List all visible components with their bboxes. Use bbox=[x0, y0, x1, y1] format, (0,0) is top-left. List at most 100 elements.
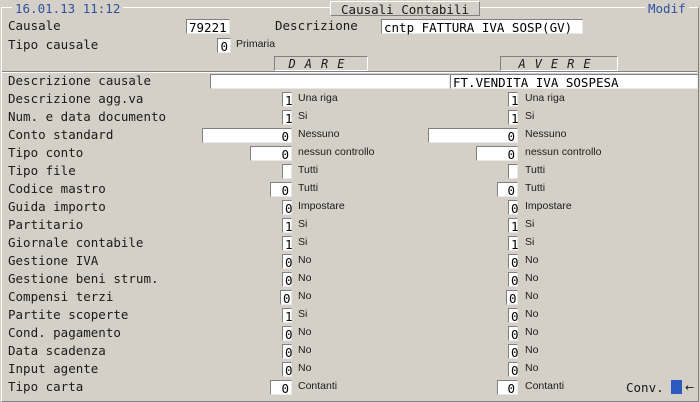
tipo-file-label: Tipo file bbox=[8, 163, 76, 178]
conto-standard-dare-field[interactable]: 0 bbox=[202, 128, 292, 144]
guida-importo-avere-field[interactable]: 0 bbox=[508, 200, 519, 216]
mode-indicator: Modif bbox=[645, 1, 689, 16]
descrizione-field[interactable]: cntp FATTURA IVA SOSP(GV) bbox=[381, 19, 583, 35]
partite-scoperte-dare-desc: Si bbox=[298, 308, 308, 320]
partitario-label: Partitario bbox=[8, 217, 84, 232]
partite-scoperte-label: Partite scoperte bbox=[8, 307, 129, 322]
tipo-carta-label: Tipo carta bbox=[8, 379, 84, 394]
tipo-conto-avere-desc: nessun controllo bbox=[525, 146, 602, 158]
causale-label: Causale bbox=[8, 18, 61, 33]
partite-scoperte-avere-field[interactable]: 0 bbox=[508, 308, 519, 324]
descrizione-causale-avere-field[interactable]: FT.VENDITA IVA SOSPESA bbox=[450, 74, 698, 90]
descrizione-agg-va-label: Descrizione agg.va bbox=[8, 91, 144, 106]
tipo-causale-desc: Primaria bbox=[236, 38, 276, 50]
giornale-contabile-label: Giornale contabile bbox=[8, 235, 144, 250]
tipo-carta-avere-field[interactable]: 0 bbox=[497, 380, 518, 396]
descrizione-causale-label: Descrizione causale bbox=[8, 73, 151, 88]
input-agente-label: Input agente bbox=[8, 361, 99, 376]
tipo-conto-dare-desc: nessun controllo bbox=[298, 146, 375, 158]
tipo-conto-avere-field[interactable]: 0 bbox=[476, 146, 518, 162]
cond-pagamento-dare-field[interactable]: 0 bbox=[282, 326, 293, 342]
partite-scoperte-dare-field[interactable]: 1 bbox=[282, 308, 293, 324]
left-arrow-icon[interactable]: ← bbox=[685, 380, 694, 396]
tipo-file-avere-desc: Tutti bbox=[525, 164, 546, 176]
guida-importo-avere-desc: Impostare bbox=[525, 200, 572, 212]
gestione-iva-avere-field[interactable]: 0 bbox=[508, 254, 519, 270]
guida-importo-dare-field[interactable]: 0 bbox=[282, 200, 293, 216]
gestione-iva-avere-desc: No bbox=[525, 254, 539, 266]
conto-standard-label: Conto standard bbox=[8, 127, 114, 142]
gestione-beni-strum-label: Gestione beni strum. bbox=[8, 271, 159, 286]
giornale-contabile-avere-desc: Si bbox=[525, 236, 535, 248]
datetime: 16.01.13 11:12 bbox=[12, 1, 124, 16]
gestione-beni-strum-avere-field[interactable]: 0 bbox=[508, 272, 519, 288]
giornale-contabile-avere-field[interactable]: 1 bbox=[508, 236, 519, 252]
descrizione-label: Descrizione bbox=[275, 18, 358, 33]
data-scadenza-label: Data scadenza bbox=[8, 343, 106, 358]
partitario-avere-desc: Si bbox=[525, 218, 535, 230]
dare-header: DARE bbox=[274, 56, 368, 71]
gestione-iva-dare-field[interactable]: 0 bbox=[282, 254, 293, 270]
descrizione-agg-va-dare-desc: Una riga bbox=[298, 92, 338, 104]
tipo-carta-dare-field[interactable]: 0 bbox=[270, 380, 292, 396]
input-agente-avere-desc: No bbox=[525, 362, 539, 374]
tipo-causale-label: Tipo causale bbox=[8, 37, 99, 52]
input-agente-avere-field[interactable]: 0 bbox=[508, 362, 519, 378]
tipo-conto-dare-field[interactable]: 0 bbox=[250, 146, 292, 162]
num-e-data-documento-avere-field[interactable]: 1 bbox=[508, 110, 519, 126]
descrizione-agg-va-dare-field[interactable]: 1 bbox=[282, 92, 293, 108]
descrizione-agg-va-avere-desc: Una riga bbox=[525, 92, 565, 104]
tipo-causale-field[interactable]: 0 bbox=[217, 38, 231, 54]
codice-mastro-avere-field[interactable]: 0 bbox=[497, 182, 518, 198]
num-e-data-documento-avere-desc: Si bbox=[525, 110, 535, 122]
compensi-terzi-avere-field[interactable]: 0 bbox=[506, 290, 518, 306]
compensi-terzi-dare-field[interactable]: 0 bbox=[280, 290, 292, 306]
gestione-iva-dare-desc: No bbox=[298, 254, 312, 266]
partitario-dare-field[interactable]: 1 bbox=[282, 218, 293, 234]
cond-pagamento-label: Cond. pagamento bbox=[8, 325, 121, 340]
descrizione-agg-va-avere-field[interactable]: 1 bbox=[508, 92, 519, 108]
compensi-terzi-avere-desc: No bbox=[525, 290, 539, 302]
cond-pagamento-avere-field[interactable]: 0 bbox=[508, 326, 519, 342]
partite-scoperte-avere-desc: No bbox=[525, 308, 539, 320]
tipo-file-dare-field[interactable] bbox=[282, 164, 292, 179]
partitario-dare-desc: Si bbox=[298, 218, 308, 230]
avere-header: AVERE bbox=[500, 56, 618, 71]
conto-standard-dare-desc: Nessuno bbox=[298, 128, 340, 140]
tipo-file-dare-desc: Tutti bbox=[298, 164, 319, 176]
conv-indicator[interactable] bbox=[671, 380, 682, 394]
window-title: Causali Contabili bbox=[330, 1, 480, 17]
data-scadenza-avere-field[interactable]: 0 bbox=[508, 344, 519, 360]
cond-pagamento-dare-desc: No bbox=[298, 326, 312, 338]
giornale-contabile-dare-desc: Si bbox=[298, 236, 308, 248]
tipo-file-avere-field[interactable] bbox=[508, 164, 518, 179]
compensi-terzi-dare-desc: No bbox=[298, 290, 312, 302]
num-e-data-documento-dare-field[interactable]: 1 bbox=[282, 110, 293, 126]
descrizione-causale-dare-field[interactable] bbox=[210, 74, 450, 89]
tipo-carta-avere-desc: Contanti bbox=[525, 380, 565, 392]
tipo-carta-dare-desc: Contanti bbox=[298, 380, 338, 392]
compensi-terzi-label: Compensi terzi bbox=[8, 289, 114, 304]
conv-label: Conv. bbox=[626, 380, 664, 395]
data-scadenza-avere-desc: No bbox=[525, 344, 539, 356]
input-agente-dare-field[interactable]: 0 bbox=[282, 362, 293, 378]
conto-standard-avere-field[interactable]: 0 bbox=[428, 128, 518, 144]
codice-mastro-dare-desc: Tutti bbox=[298, 182, 319, 194]
gestione-beni-strum-dare-desc: No bbox=[298, 272, 312, 284]
conto-standard-avere-desc: Nessuno bbox=[525, 128, 567, 140]
data-scadenza-dare-desc: No bbox=[298, 344, 312, 356]
input-agente-dare-desc: No bbox=[298, 362, 312, 374]
codice-mastro-avere-desc: Tutti bbox=[525, 182, 546, 194]
gestione-beni-strum-dare-field[interactable]: 0 bbox=[282, 272, 293, 288]
codice-mastro-label: Codice mastro bbox=[8, 181, 106, 196]
cond-pagamento-avere-desc: No bbox=[525, 326, 539, 338]
guida-importo-dare-desc: Impostare bbox=[298, 200, 345, 212]
data-scadenza-dare-field[interactable]: 0 bbox=[282, 344, 293, 360]
gestione-beni-strum-avere-desc: No bbox=[525, 272, 539, 284]
causale-field[interactable]: 79221 bbox=[186, 19, 230, 35]
num-e-data-documento-dare-desc: Si bbox=[298, 110, 308, 122]
partitario-avere-field[interactable]: 1 bbox=[508, 218, 519, 234]
gestione-iva-label: Gestione IVA bbox=[8, 253, 99, 268]
codice-mastro-dare-field[interactable]: 0 bbox=[270, 182, 292, 198]
giornale-contabile-dare-field[interactable]: 1 bbox=[282, 236, 293, 252]
